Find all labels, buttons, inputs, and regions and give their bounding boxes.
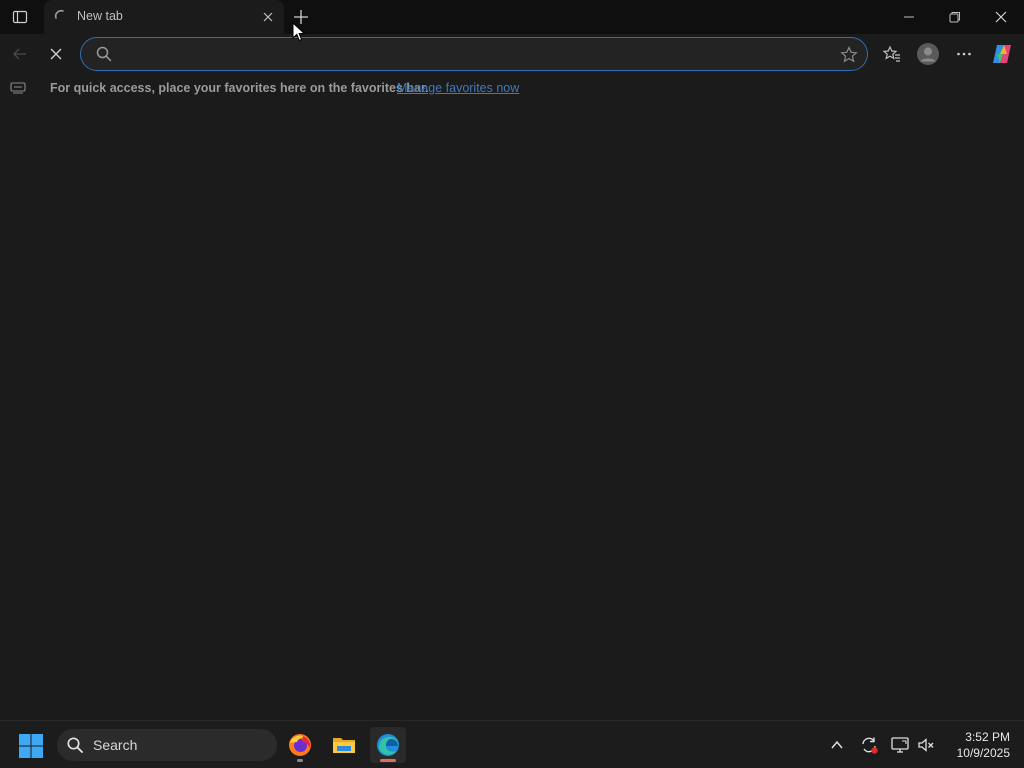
minimize-button[interactable] <box>886 0 932 34</box>
profile-button[interactable] <box>914 40 942 68</box>
speaker-muted-icon <box>918 738 934 752</box>
favorites-bar-message: For quick access, place your favorites h… <box>50 81 429 95</box>
restore-button[interactable] <box>932 0 978 34</box>
more-icon <box>957 52 971 56</box>
mouse-cursor-icon <box>292 22 306 42</box>
tab-actions-icon <box>12 10 28 24</box>
star-icon[interactable] <box>839 45 859 65</box>
address-input[interactable] <box>125 44 825 64</box>
title-bar: New tab <box>0 0 1024 34</box>
taskbar-app-firefox[interactable] <box>282 727 318 763</box>
tab-close-button[interactable] <box>259 8 277 26</box>
edge-active-indicator <box>380 759 396 762</box>
copilot-button[interactable] <box>988 40 1016 68</box>
display-tray-icon[interactable] <box>890 735 910 755</box>
loading-spinner-icon <box>54 9 64 19</box>
favorites-button[interactable] <box>878 40 906 68</box>
sync-icon <box>862 737 878 754</box>
taskbar-app-file-explorer[interactable] <box>326 727 362 763</box>
firefox-icon <box>289 734 311 756</box>
tab-title: New tab <box>77 9 123 23</box>
sync-tray-icon[interactable] <box>859 735 879 755</box>
browser-toolbar <box>0 34 1024 74</box>
system-clock[interactable]: 3:52 PM 10/9/2025 <box>946 729 1010 761</box>
show-hidden-icons-button[interactable] <box>827 735 847 755</box>
taskbar: Search 3:52 PM 10/9/2025 <box>0 720 1024 768</box>
taskbar-search[interactable]: Search <box>57 729 277 761</box>
close-icon <box>263 12 273 22</box>
page-content <box>0 100 1024 720</box>
profile-icon <box>917 43 939 65</box>
start-button[interactable] <box>16 731 46 761</box>
stop-loading-button[interactable] <box>42 40 70 68</box>
taskbar-search-label: Search <box>93 737 138 753</box>
settings-more-button[interactable] <box>950 40 978 68</box>
minimize-icon <box>904 16 914 18</box>
search-icon <box>96 46 112 62</box>
volume-tray-icon[interactable] <box>916 735 936 755</box>
tab-actions-button[interactable] <box>6 5 34 29</box>
favorites-bar: For quick access, place your favorites h… <box>0 76 1024 100</box>
firefox-running-indicator <box>297 759 303 762</box>
display-icon <box>891 737 909 753</box>
tab-new-tab[interactable]: New tab <box>44 0 284 34</box>
copilot-icon <box>993 45 1011 63</box>
clock-date: 10/9/2025 <box>956 746 1010 760</box>
edge-icon <box>377 734 399 756</box>
address-bar[interactable] <box>80 37 868 71</box>
search-icon <box>67 737 83 753</box>
clock-time: 3:52 PM <box>965 730 1010 744</box>
windows-logo-icon <box>19 734 43 758</box>
favorites-icon <box>882 45 900 62</box>
restore-icon <box>949 12 960 23</box>
close-icon <box>995 11 1007 23</box>
chevron-up-icon <box>831 740 843 749</box>
taskbar-app-edge[interactable] <box>370 727 406 763</box>
file-explorer-icon <box>333 738 355 753</box>
close-window-button[interactable] <box>978 0 1024 34</box>
browser-window: New tab For quick access, place your fav… <box>0 0 1024 720</box>
back-button[interactable] <box>6 40 34 68</box>
back-arrow-icon <box>13 48 26 60</box>
manage-favorites-link[interactable]: Manage favorites now <box>397 81 519 95</box>
stop-icon <box>50 48 62 60</box>
favorites-bar-icon <box>10 82 26 94</box>
